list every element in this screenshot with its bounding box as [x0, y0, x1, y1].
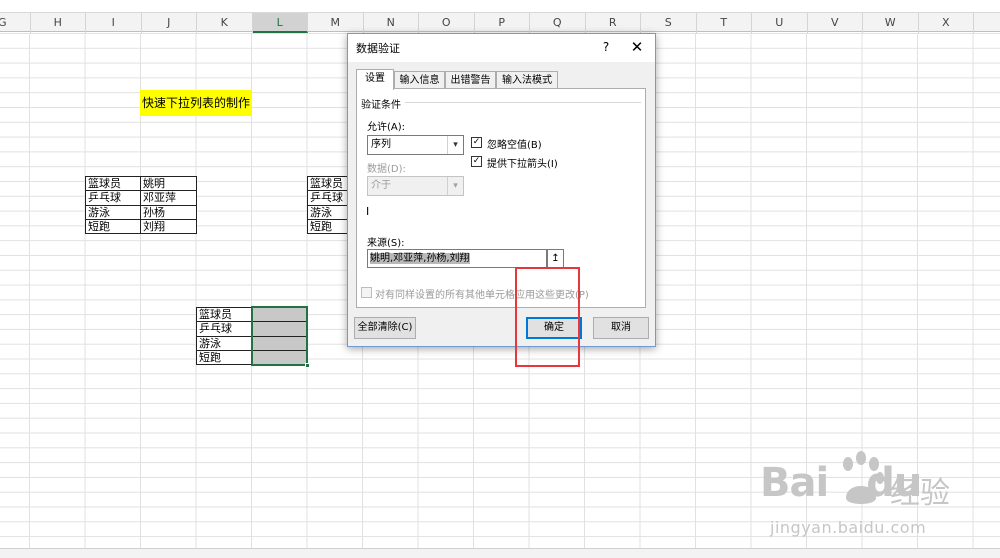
sport-cell[interactable]: 篮球员	[85, 175, 141, 192]
dropdown-arrow-label: 提供下拉箭头(I)	[487, 159, 558, 170]
column-header-s[interactable]: S	[641, 13, 697, 33]
dropdown-arrow-checkbox[interactable]: ✓	[471, 156, 482, 167]
column-header-v[interactable]: V	[808, 13, 863, 33]
ignore-blank-checkbox[interactable]: ✓	[471, 137, 482, 148]
column-header-j[interactable]: J	[142, 13, 197, 33]
validation-criteria-label: 验证条件	[361, 100, 401, 111]
sport-cell[interactable]: 乒乓球	[307, 190, 350, 206]
table-row: 游泳	[307, 204, 350, 220]
column-header-u[interactable]: U	[752, 13, 808, 33]
source-input-value: 姚明,邓亚萍,孙杨,刘翔	[370, 253, 470, 264]
tab-ime-mode[interactable]: 输入法模式	[496, 71, 558, 89]
status-strip	[0, 548, 1000, 558]
column-header-l[interactable]: L	[252, 13, 308, 33]
chevron-down-icon: ▾	[447, 136, 463, 154]
column-header-o[interactable]: O	[419, 13, 475, 33]
apply-all-checkbox	[361, 287, 372, 298]
data-label: 数据(D):	[367, 164, 406, 175]
sport-table-copy: 篮球员 乒乓球 游泳 短跑	[307, 175, 350, 235]
fill-handle[interactable]	[305, 363, 310, 368]
column-header-n[interactable]: N	[364, 13, 419, 33]
table-row: 乒乓球	[307, 190, 350, 206]
column-header-k[interactable]: K	[197, 13, 253, 33]
source-input[interactable]: 姚明,邓亚萍,孙杨,刘翔	[367, 249, 547, 268]
column-header-t[interactable]: T	[697, 13, 752, 33]
athlete-cell[interactable]: 邓亚萍	[140, 190, 197, 206]
data-validation-dialog: 数据验证 ? ✕ 设置 输入信息 出错警告 输入法模式 验证条件 允许(A): …	[347, 33, 656, 347]
table-row: 短跑 刘翔	[85, 218, 197, 235]
dialog-title: 数据验证	[356, 42, 400, 55]
column-header-p[interactable]: P	[475, 13, 530, 33]
athlete-cell[interactable]: 姚明	[140, 175, 197, 192]
group-divider	[405, 102, 641, 103]
sport-cell[interactable]: 游泳	[196, 335, 253, 351]
table-row: 篮球员	[307, 175, 350, 192]
table-row: 乒乓球 邓亚萍	[85, 190, 197, 206]
column-header-i[interactable]: I	[86, 13, 142, 33]
collapse-dialog-button[interactable]: ↥	[547, 249, 564, 268]
sport-cell[interactable]: 乒乓球	[85, 190, 141, 206]
sport-cell[interactable]: 乒乓球	[196, 321, 253, 337]
sport-cell[interactable]: 篮球员	[307, 175, 350, 192]
checkmark-icon: ✓	[472, 137, 481, 147]
ribbon-edge	[0, 0, 1000, 12]
sport-cell[interactable]: 游泳	[307, 204, 350, 220]
baidu-watermark: Bai du 经验 jingyan.baidu.com	[760, 450, 990, 545]
tab-error-alert[interactable]: 出错警告	[445, 71, 496, 89]
column-header-g[interactable]: G	[0, 13, 31, 33]
help-button[interactable]: ?	[599, 38, 613, 56]
ignore-blank-label: 忽略空值(B)	[487, 140, 542, 151]
column-header-h[interactable]: H	[31, 13, 86, 33]
close-button[interactable]: ✕	[626, 36, 648, 58]
text-cursor-icon: I	[366, 205, 370, 218]
title-cell[interactable]: 快速下拉列表的制作	[140, 90, 252, 116]
source-label: 来源(S):	[367, 238, 405, 249]
table-row: 游泳 孙杨	[85, 204, 197, 220]
chevron-down-icon: ▾	[447, 177, 463, 195]
collapse-arrow-icon: ↥	[551, 253, 560, 264]
athlete-cell[interactable]: 孙杨	[140, 204, 197, 220]
name-table: 篮球员 姚明 乒乓球 邓亚萍 游泳 孙杨 短跑 刘翔	[85, 175, 197, 235]
tab-settings[interactable]: 设置	[356, 69, 394, 90]
sport-cell[interactable]: 短跑	[196, 349, 253, 366]
column-header-q[interactable]: Q	[530, 13, 586, 33]
paw-icon	[843, 451, 884, 504]
table-row: 篮球员 姚明	[85, 175, 197, 192]
allow-select[interactable]: 序列 ▾	[367, 135, 464, 155]
cell-selection[interactable]	[251, 306, 310, 368]
column-header-x[interactable]: X	[919, 13, 974, 33]
column-header-bar: GHIJKLMNOPQRSTUVWX	[0, 12, 1000, 33]
allow-label: 允许(A):	[367, 122, 406, 133]
cancel-button[interactable]: 取消	[593, 317, 649, 339]
sport-cell[interactable]: 短跑	[85, 218, 141, 235]
column-header-r[interactable]: R	[586, 13, 641, 33]
column-header-w[interactable]: W	[863, 13, 919, 33]
watermark-url: jingyan.baidu.com	[770, 518, 927, 537]
sport-cell[interactable]: 游泳	[85, 204, 141, 220]
table-row: 短跑	[307, 218, 350, 235]
tab-input-message[interactable]: 输入信息	[394, 71, 445, 89]
column-header-m[interactable]: M	[308, 13, 364, 33]
clear-all-button[interactable]: 全部清除(C)	[354, 317, 416, 339]
data-select: 介于 ▾	[367, 176, 464, 196]
athlete-cell[interactable]: 刘翔	[140, 218, 197, 235]
settings-panel: 验证条件 允许(A): 序列 ▾ ✓ 忽略空值(B) ✓ 提供下拉箭头(I) 数…	[356, 88, 646, 308]
sport-cell[interactable]: 短跑	[307, 218, 350, 235]
allow-select-value: 序列	[371, 139, 391, 150]
annotation-highlight	[515, 267, 580, 367]
data-select-value: 介于	[371, 180, 391, 191]
watermark-text: 经验	[890, 476, 950, 511]
dialog-titlebar: 数据验证 ? ✕	[348, 34, 655, 62]
sport-cell[interactable]: 篮球员	[196, 306, 253, 323]
checkmark-icon: ✓	[472, 156, 481, 166]
